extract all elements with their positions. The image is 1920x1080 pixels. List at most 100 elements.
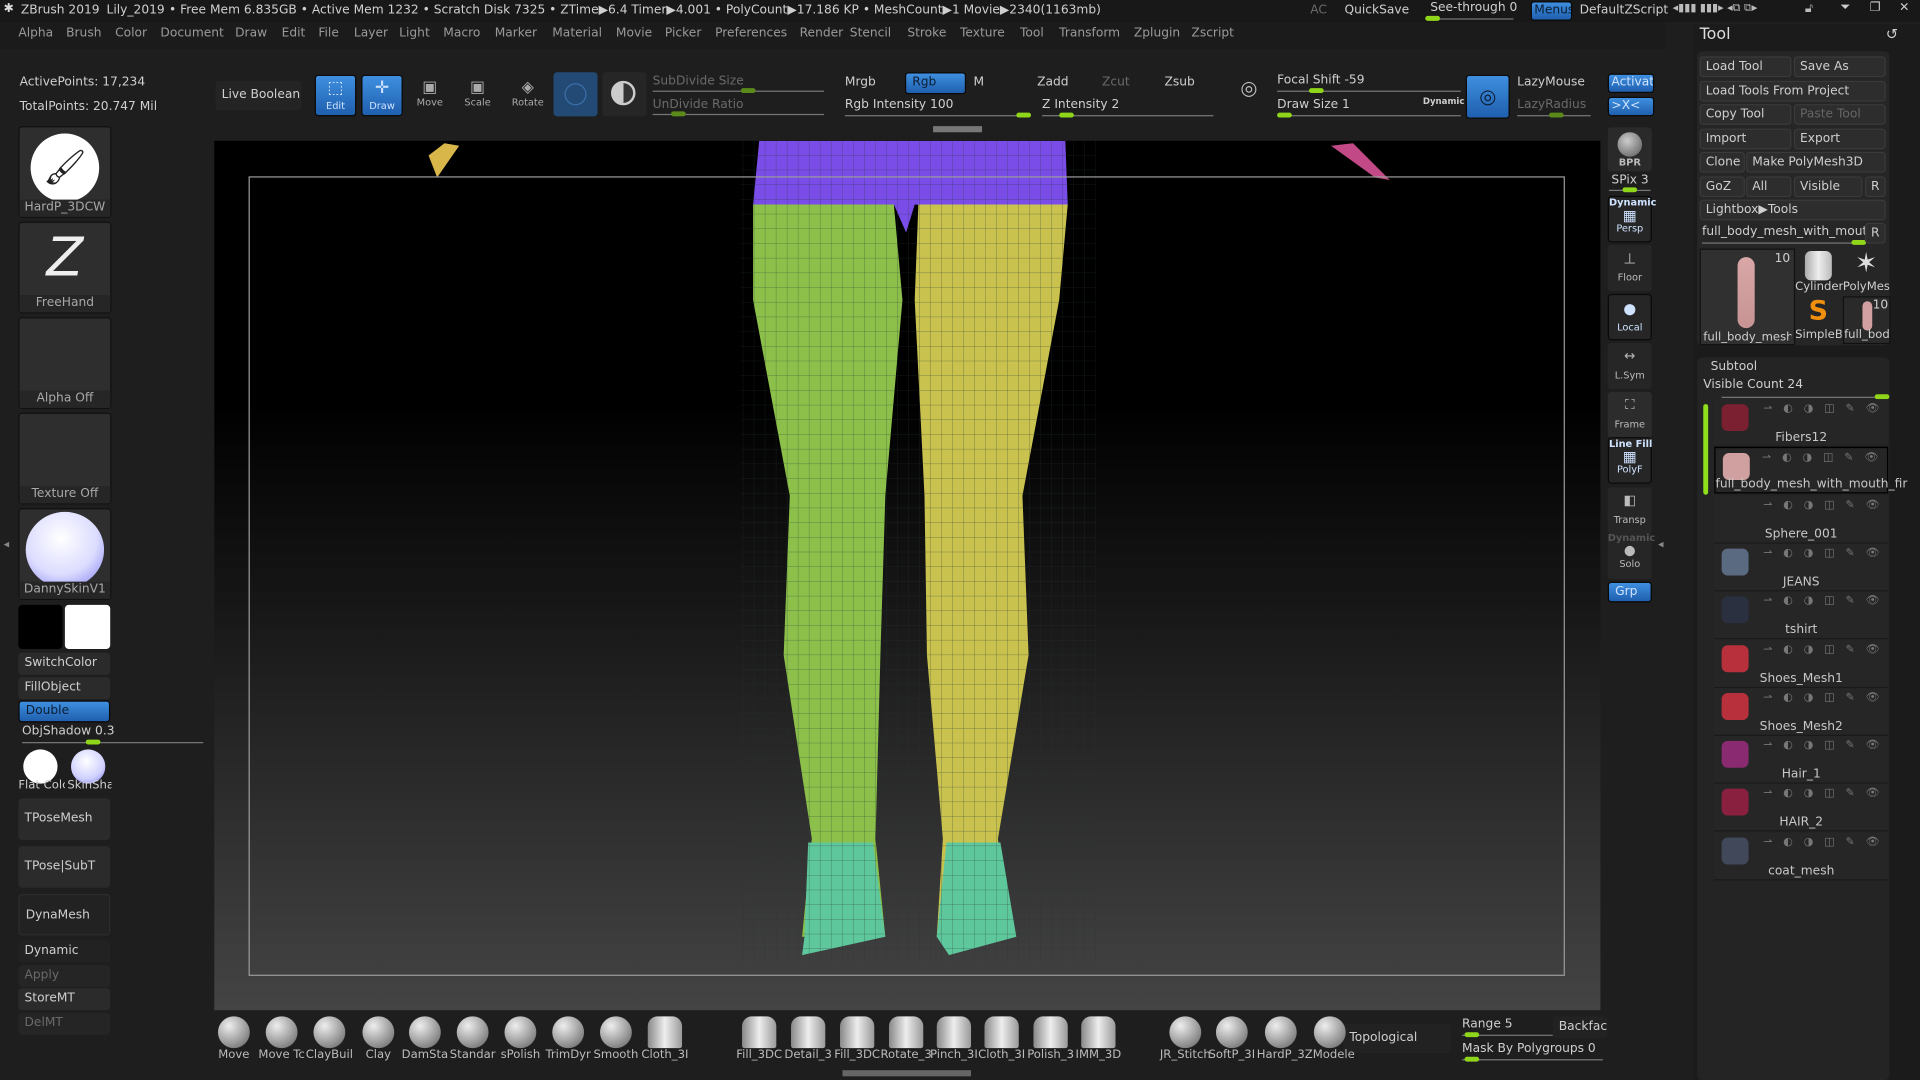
menu-transform[interactable]: Transform	[1059, 27, 1120, 40]
del-mt-button[interactable]: DelMT	[18, 1012, 111, 1035]
zadd-button[interactable]: Zadd	[1037, 76, 1068, 89]
tool-thumb-full-body-2[interactable]: 10 full_bod	[1842, 296, 1891, 345]
menu-edit[interactable]: Edit	[282, 27, 306, 40]
load-tool-button[interactable]: Load Tool	[1699, 56, 1792, 78]
left-tray-arrow-icon[interactable]: ◂	[4, 539, 10, 551]
subtool-controls-icon[interactable]: ⇀ ◐ ◑ ◫ ✎ 👁︎	[1763, 740, 1883, 752]
lazymouse-button[interactable]: LazyMouse	[1517, 76, 1585, 89]
dynamic-button[interactable]: Dynamic	[18, 940, 111, 963]
brush-brushes2-item[interactable]: IMM_3D	[1075, 1016, 1122, 1062]
menu-document[interactable]: Document	[160, 27, 223, 40]
mrgb-button[interactable]: Mrgb	[845, 76, 876, 89]
brush-brushes-item[interactable]: Cloth_3I	[641, 1016, 688, 1062]
brush-selector[interactable]: 🖌︎ HardP_3DCW	[18, 126, 112, 218]
sculptris-pro-button[interactable]	[553, 72, 598, 117]
material-selector[interactable]: DannySkinV1	[18, 508, 112, 601]
subtool-item[interactable]: ⇀ ◐ ◑ ◫ ✎ 👁︎ full_body_mesh_with_mouth_fi…	[1714, 447, 1907, 494]
double-button[interactable]: Double	[18, 700, 111, 723]
alpha-selector[interactable]: Alpha Off	[18, 317, 112, 409]
tool-thumb-simplebrush[interactable]: S SimpleB	[1795, 296, 1842, 343]
menu-file[interactable]: File	[318, 27, 338, 40]
solo-button[interactable]: Dynamic ● Solo	[1607, 532, 1655, 580]
menu-color[interactable]: Color	[115, 27, 147, 40]
brush-brushes3-item[interactable]: SoftP_3I	[1209, 1016, 1255, 1062]
stroke-mode-icon[interactable]: ◎	[1231, 76, 1268, 113]
frame-button[interactable]: ⛶ Frame	[1607, 391, 1652, 439]
fill-object-button[interactable]: FillObject	[18, 677, 111, 700]
primary-color-swatch[interactable]	[18, 604, 63, 649]
subdivide-size-slider[interactable]	[652, 88, 825, 94]
dynamesh-button[interactable]: DynaMesh	[18, 893, 111, 936]
subtool-title[interactable]: Subtool	[1711, 360, 1757, 373]
mask-by-polygroups-slider[interactable]	[1462, 1056, 1603, 1062]
tool-thumb-full-body[interactable]: 10 full_body_mesh_	[1699, 248, 1796, 346]
bpr-button[interactable]: BPR	[1607, 127, 1652, 172]
clone-button[interactable]: Clone	[1699, 151, 1745, 173]
subtool-controls-icon[interactable]: ⇀ ◐ ◑ ◫ ✎ 👁︎	[1763, 788, 1883, 800]
current-tool-slider[interactable]	[1702, 240, 1867, 245]
undivide-ratio-slider[interactable]	[652, 111, 825, 117]
obj-shadow-slider[interactable]	[22, 739, 204, 745]
subtool-item[interactable]: ⇀ ◐ ◑ ◫ ✎ 👁︎ Shoes_Mesh1	[1714, 639, 1889, 688]
subtool-controls-icon[interactable]: ⇀ ◐ ◑ ◫ ✎ 👁︎	[1763, 643, 1883, 655]
tray-collapse-arrow-icon[interactable]: ◂	[1658, 539, 1664, 551]
draw-button[interactable]: ✛ Draw	[361, 74, 403, 117]
subtool-item[interactable]: ⇀ ◐ ◑ ◫ ✎ 👁︎ Hair_1	[1714, 736, 1889, 784]
backface-mask-button[interactable]: Backfac	[1552, 1016, 1608, 1039]
menu-zscript[interactable]: Zscript	[1191, 27, 1234, 40]
subtool-controls-icon[interactable]: ⇀ ◐ ◑ ◫ ✎ 👁︎	[1763, 692, 1883, 704]
transp-button[interactable]: ◧ Transp	[1607, 487, 1652, 534]
lock-icon[interactable]: 🔓︎	[1805, 2, 1813, 15]
subtool-controls-icon[interactable]: ⇀ ◐ ◑ ◫ ✎ 👁︎	[1763, 836, 1883, 848]
goz-all-button[interactable]: All	[1746, 176, 1792, 198]
menus-toggle[interactable]: Menus	[1530, 1, 1573, 21]
brush-brushes-item[interactable]: TrimDyr	[545, 1016, 592, 1062]
minimize-icon[interactable]: ⏷	[1840, 1, 1850, 14]
shelf-drag-handle[interactable]	[933, 126, 983, 133]
menu-tool[interactable]: Tool	[1020, 27, 1044, 40]
make-polymesh3d-button[interactable]: Make PolyMesh3D	[1746, 151, 1886, 173]
zsub-button[interactable]: Zsub	[1164, 76, 1194, 89]
menu-brush[interactable]: Brush	[66, 27, 101, 40]
move-button[interactable]: ▣ Move	[411, 78, 448, 107]
m-button[interactable]: M	[973, 76, 984, 89]
x-symmetry-button[interactable]: >X<	[1607, 96, 1655, 117]
rotate-button[interactable]: ◈ Rotate	[509, 78, 546, 107]
save-as-button[interactable]: Save As	[1793, 56, 1886, 78]
menu-render[interactable]: Render	[800, 27, 844, 40]
subtool-item[interactable]: ⇀ ◐ ◑ ◫ ✎ 👁︎ tshirt	[1714, 591, 1889, 640]
brush-brushes-item[interactable]: Smooth	[593, 1016, 640, 1062]
close-icon[interactable]: ✕	[1899, 1, 1909, 14]
tool-thumb-cylinder[interactable]: Cylinder	[1795, 249, 1843, 296]
subtool-controls-icon[interactable]: ⇀ ◐ ◑ ◫ ✎ 👁︎	[1763, 547, 1883, 559]
menu-texture[interactable]: Texture	[960, 27, 1005, 40]
activate-symmetry-button[interactable]: Activate	[1607, 73, 1655, 94]
topological-button[interactable]: Topological	[1343, 1023, 1452, 1054]
menu-draw[interactable]: Draw	[235, 27, 267, 40]
tpose-subt-button[interactable]: TPose|SubT	[18, 846, 111, 888]
brush-brushes-item[interactable]: DamSta	[402, 1016, 449, 1062]
paste-tool-button[interactable]: Paste Tool	[1793, 104, 1886, 125]
subtool-item[interactable]: ⇀ ◐ ◑ ◫ ✎ 👁︎ HAIR_2	[1714, 784, 1889, 832]
ac-toggle[interactable]: AC	[1310, 4, 1327, 17]
polyf-button[interactable]: Line Fill ▦ PolyF	[1607, 437, 1652, 484]
live-boolean-button[interactable]: Live Boolean	[215, 80, 302, 111]
dynamic-size-toggle[interactable]: Dynamic	[1423, 97, 1465, 107]
bottom-tray-handle[interactable]	[842, 1070, 972, 1077]
brush-brushes2-item[interactable]: Detail_3	[784, 1016, 832, 1062]
dynamic-draw-size-button[interactable]: ◎	[1465, 74, 1510, 119]
goz-r-button[interactable]: R	[1864, 176, 1886, 198]
restore-icon[interactable]: ❐	[1870, 1, 1881, 14]
quicksave-button[interactable]: QuickSave	[1344, 4, 1409, 17]
subtool-item[interactable]: ⇀ ◐ ◑ ◫ ✎ 👁︎ Shoes_Mesh2	[1714, 687, 1889, 736]
export-button[interactable]: Export	[1793, 128, 1886, 150]
switch-color-button[interactable]: SwitchColor	[18, 652, 111, 675]
menu-material[interactable]: Material	[552, 27, 602, 40]
menu-picker[interactable]: Picker	[665, 27, 701, 40]
brush-brushes2-item[interactable]: Pinch_3I	[930, 1016, 978, 1062]
subtool-controls-icon[interactable]: ⇀ ◐ ◑ ◫ ✎ 👁︎	[1762, 452, 1882, 464]
menu-stroke[interactable]: Stroke	[907, 27, 946, 40]
menu-alpha[interactable]: Alpha	[18, 27, 53, 40]
tool-thumb-polymesh[interactable]: ✶ PolyMes	[1843, 249, 1890, 296]
persp-button[interactable]: Dynamic ▦ Persp	[1607, 195, 1656, 243]
